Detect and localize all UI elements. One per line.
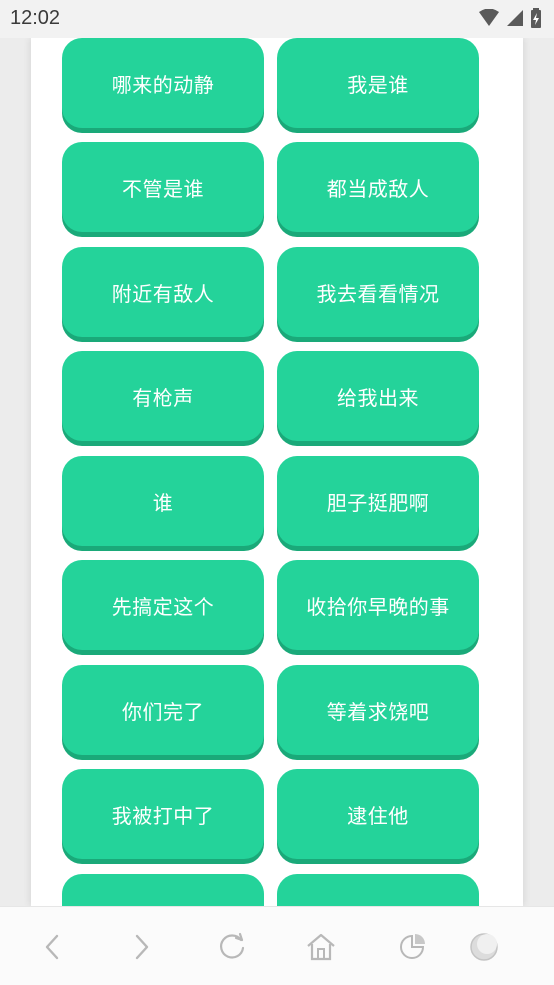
sound-button[interactable]: 胆子挺肥啊 (277, 456, 479, 546)
sound-button[interactable]: 逮住他 (277, 769, 479, 859)
forward-icon (135, 934, 149, 960)
sound-button[interactable]: 都当成敌人 (277, 142, 479, 232)
sound-button[interactable]: 给我出来 (277, 351, 479, 441)
sound-button[interactable]: 收拾你早晚的事 (277, 560, 479, 650)
sound-button[interactable]: 附近有敌人 (62, 247, 264, 337)
sound-button[interactable]: 我去看看情况 (277, 247, 479, 337)
sound-button[interactable]: 有枪声 (62, 351, 264, 441)
sound-button[interactable]: 谁 (62, 456, 264, 546)
sound-button[interactable]: 我是谁 (277, 38, 479, 128)
button-panel: 哪来的动静 我是谁 不管是谁 都当成敌人 附近有敌人 我去看看情况 有枪声 给我… (31, 38, 523, 906)
sound-button[interactable]: 先搞定这个 (62, 560, 264, 650)
refresh-button[interactable] (210, 925, 254, 969)
sound-button[interactable] (62, 874, 264, 906)
status-icons (478, 8, 542, 28)
sound-button[interactable]: 我被打中了 (62, 769, 264, 859)
home-button[interactable] (299, 925, 343, 969)
forward-button[interactable] (119, 925, 163, 969)
home-icon (307, 933, 335, 961)
refresh-icon (220, 932, 245, 959)
sound-button[interactable]: 等着求饶吧 (277, 665, 479, 755)
wifi-icon (479, 9, 499, 26)
tabs-button[interactable] (390, 925, 434, 969)
sound-button[interactable]: 你们完了 (62, 665, 264, 755)
signal-icon (507, 10, 523, 26)
sound-button[interactable]: 不管是谁 (62, 142, 264, 232)
menu-button[interactable] (462, 925, 506, 969)
status-time: 12:02 (10, 7, 61, 29)
status-bar: 12:02 (0, 0, 554, 38)
sound-button[interactable]: 哪来的动静 (62, 38, 264, 128)
sound-button[interactable] (277, 874, 479, 906)
content-area: 哪来的动静 我是谁 不管是谁 都当成敌人 附近有敌人 我去看看情况 有枪声 给我… (0, 38, 554, 906)
battery-icon (531, 8, 541, 28)
tabs-icon (400, 934, 425, 959)
menu-icon (470, 933, 498, 961)
back-button[interactable] (31, 925, 75, 969)
back-icon (45, 934, 59, 960)
browser-nav-bar (0, 906, 554, 985)
